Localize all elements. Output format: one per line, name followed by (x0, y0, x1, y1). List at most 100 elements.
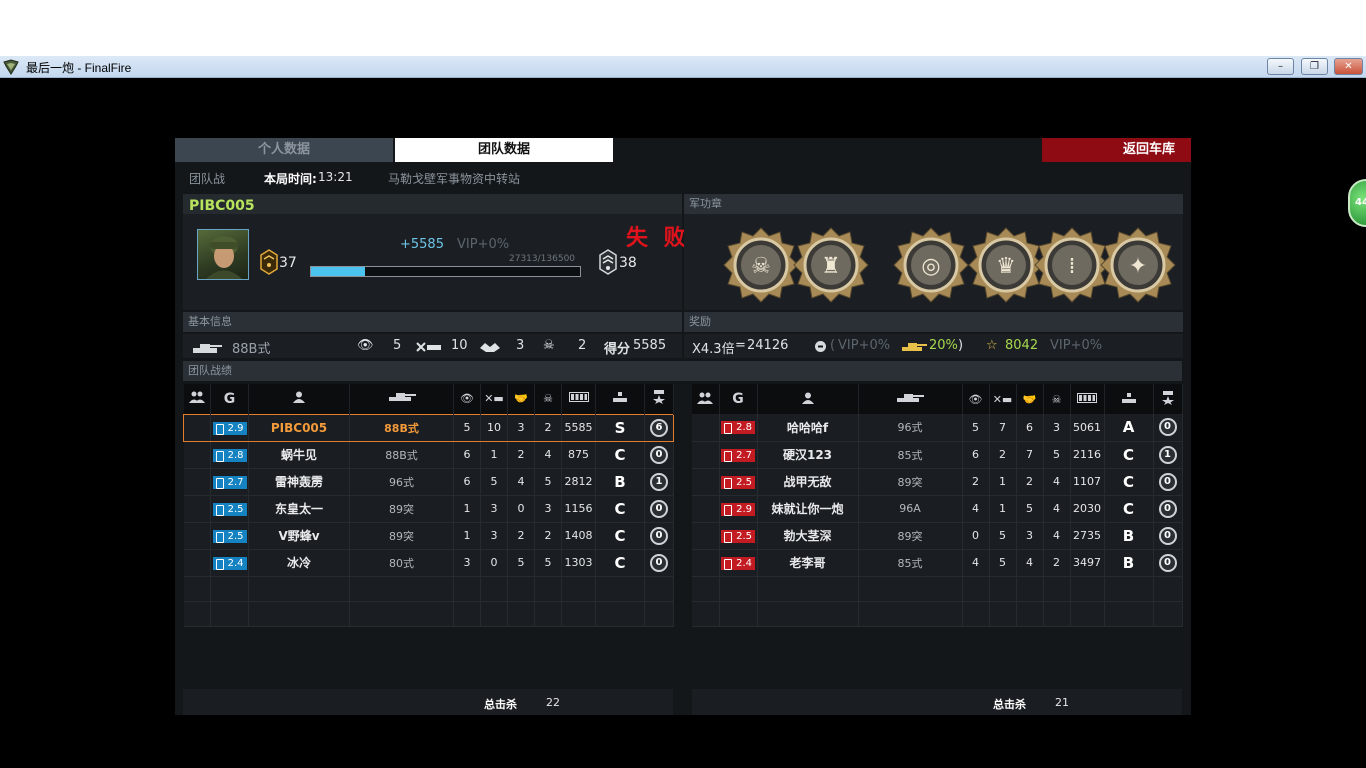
kill-count: 1 (989, 495, 1017, 523)
medal-cell: 0 (1153, 549, 1183, 577)
star-icon: ☆ (986, 338, 998, 353)
skull-star-medal-icon[interactable]: ✦ (1099, 226, 1177, 304)
tab-personal-data[interactable]: 个人数据 (175, 138, 393, 162)
empty-row (183, 601, 674, 627)
spotted-count: 3 (453, 549, 481, 577)
empty-cell (1153, 601, 1183, 627)
empty-cell (349, 601, 454, 627)
player-icon (757, 384, 859, 414)
medal-count-badge: 0 (650, 499, 668, 518)
table-row[interactable]: 2.7 雷神轰雳 96式 6 5 4 5 2812 B 1 (183, 468, 674, 496)
kill-count: 5 (989, 522, 1017, 550)
medal-cell: 0 (1153, 495, 1183, 523)
table-row[interactable]: 2.7 硬汉123 85式 6 2 7 5 2116 C 1 (692, 441, 1183, 469)
tank-rank-badge: 2.9 (721, 502, 755, 516)
table-row[interactable]: 2.5 V野蜂v 89突 1 3 2 2 1408 C 0 (183, 522, 674, 550)
row-spacer (183, 522, 211, 550)
svg-text:◎: ◎ (921, 254, 940, 279)
score-value: 1408 (561, 522, 596, 550)
empty-cell (349, 576, 454, 602)
score-value: 2812 (561, 468, 596, 496)
grade-cell: C (595, 441, 645, 469)
row-spacer (692, 414, 720, 442)
death-count: 2 (534, 522, 562, 550)
death-count: 4 (1043, 522, 1071, 550)
table-row[interactable]: 2.8 蜗牛见 88B式 6 1 2 4 875 C 0 (183, 441, 674, 469)
grade-cell: B (1104, 522, 1154, 550)
kill-count: 3 (480, 495, 508, 523)
grade-cell: C (1104, 441, 1154, 469)
table-row[interactable]: 2.9 妹就让你一炮 96A 4 1 5 4 2030 C 0 (692, 495, 1183, 523)
table-row[interactable]: 2.4 冰冷 80式 3 0 5 5 1303 C 0 (183, 549, 674, 577)
empty-cell (1104, 576, 1154, 602)
castle-medal-icon[interactable]: ♜ (792, 226, 870, 304)
svg-text:♛: ♛ (996, 254, 1016, 279)
player-name: 老李哥 (757, 549, 859, 577)
score-value: 5061 (1070, 414, 1105, 442)
empty-row (183, 576, 674, 602)
empty-cell (719, 601, 758, 627)
tab-team-data[interactable]: 团队数据 (395, 138, 613, 162)
player-name: 哈哈哈f (757, 414, 859, 442)
right-total-bar: 总击杀 21 (692, 689, 1182, 715)
left-total-kills: 22 (546, 696, 560, 709)
death-count: 4 (1043, 468, 1071, 496)
kills-icon (416, 342, 441, 352)
tank-name: 96A (858, 495, 963, 523)
skull-medal-icon[interactable]: ☠ (722, 226, 800, 304)
next-rank-icon (599, 249, 617, 275)
empty-cell (1016, 601, 1044, 627)
score-label: 得分 (604, 342, 631, 357)
assist-count: 4 (1016, 549, 1044, 577)
table-row[interactable]: 2.5 勃大茎深 89突 0 5 3 4 2735 B 0 (692, 522, 1183, 550)
table-row[interactable]: 2.4 老李哥 85式 4 5 4 2 3497 B 0 (692, 549, 1183, 577)
spiral-medal-icon[interactable]: ◎ (892, 226, 970, 304)
reward-vip: VIP+0% (838, 338, 891, 353)
medal-count-badge: 0 (1158, 472, 1177, 491)
tank-rank-badge: 2.5 (721, 475, 755, 489)
kills-icon: ✕▬ (989, 384, 1017, 414)
assist-count: 0 (507, 495, 535, 523)
restore-button[interactable]: ❐ (1301, 58, 1328, 75)
side-widget-circle[interactable]: 44 (1348, 179, 1366, 227)
tank-rank-cell: 2.5 (210, 495, 249, 523)
gold-tank-icon (902, 343, 927, 351)
spotted-count: 5 (962, 414, 990, 442)
spotted-icon: 👁 (357, 338, 374, 353)
death-count: 3 (534, 495, 562, 523)
score-icon (561, 384, 596, 414)
grade-letter: C (1122, 499, 1134, 518)
tank-name: 88B式 (349, 413, 454, 442)
table-row[interactable]: 2.5 东皇太一 89突 1 3 0 3 1156 C 0 (183, 495, 674, 523)
assist-count: 5 (507, 549, 535, 577)
table-row[interactable]: 2.8 哈哈哈f 96式 5 7 6 3 5061 A 0 (692, 414, 1183, 442)
empty-cell (507, 576, 535, 602)
reward-multiplier: X4.3倍 (692, 342, 735, 357)
window-titlebar[interactable]: 最后一炮 - FinalFire – ❐ ✕ (0, 56, 1366, 78)
player-name: 妹就让你一炮 (757, 495, 859, 523)
minimize-button[interactable]: – (1267, 58, 1294, 75)
xp-progress-bar (310, 266, 581, 277)
close-button[interactable]: ✕ (1334, 58, 1363, 75)
right-team-table: G 👁 ✕▬ 🤝 ☠ 2.8 哈哈哈f 96式 5 7 6 3 5061 A 0 2.7 硬汉123 85式 6 2… (692, 384, 1183, 627)
kill-count: 1 (989, 468, 1017, 496)
tank-rank-cell: 2.7 (210, 468, 249, 496)
table-row[interactable]: 2.9 PIBC005 88B式 5 10 3 2 5585 S 6 (183, 413, 674, 442)
empty-cell (858, 601, 963, 627)
row-spacer (692, 468, 720, 496)
tank-name: 89突 (349, 522, 454, 550)
spotted-icon: 👁 (453, 384, 481, 414)
return-garage-button[interactable]: 返回车库 (1042, 138, 1191, 162)
spotted-value: 5 (393, 338, 402, 353)
table-row[interactable]: 2.5 战甲无敌 89突 2 1 2 4 1107 C 0 (692, 468, 1183, 496)
player-header (183, 194, 682, 214)
tank-rank-cell: 2.8 (719, 414, 758, 442)
player-icon (248, 384, 350, 414)
medal-cell: 0 (644, 495, 674, 523)
empty-cell (1104, 601, 1154, 627)
reward-amount: 24126 (747, 338, 789, 353)
empty-cell (453, 576, 481, 602)
row-spacer (692, 495, 720, 523)
right-total-label: 总击杀 (993, 698, 1026, 711)
empty-cell (692, 601, 720, 627)
